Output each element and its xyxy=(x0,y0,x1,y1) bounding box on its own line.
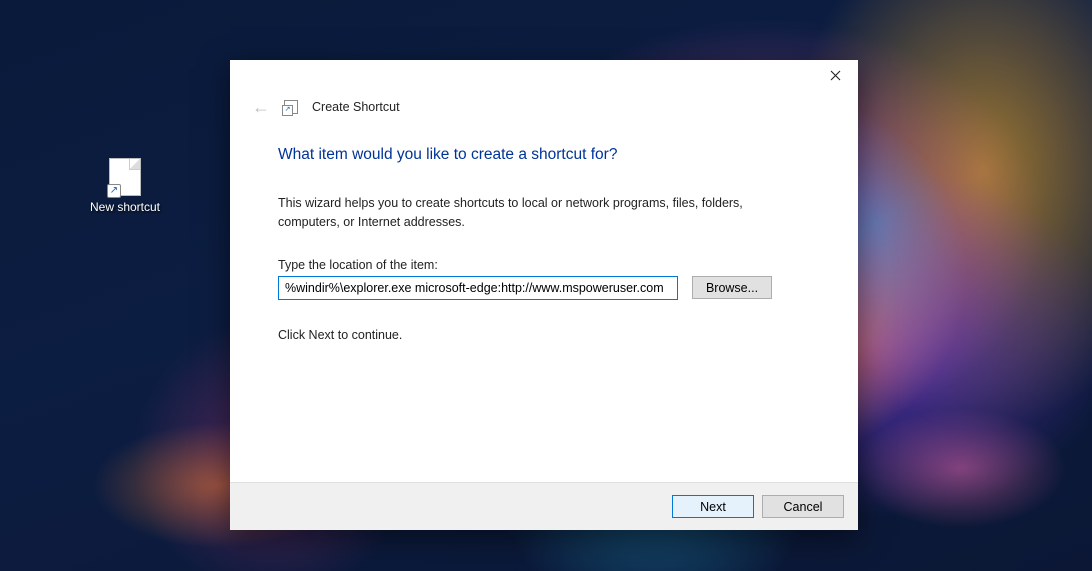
continue-text: Click Next to continue. xyxy=(278,328,810,342)
wizard-header: ← Create Shortcut xyxy=(230,92,858,120)
desktop-icon-label: New shortcut xyxy=(85,200,165,214)
dialog-description: This wizard helps you to create shortcut… xyxy=(278,194,798,232)
close-icon xyxy=(830,70,841,81)
dialog-heading: What item would you like to create a sho… xyxy=(278,146,810,164)
shortcut-mini-icon xyxy=(284,100,298,114)
back-arrow-icon: ← xyxy=(252,97,270,118)
shortcut-arrow-overlay-icon: ↗ xyxy=(107,184,121,198)
location-row: Browse... xyxy=(278,276,810,300)
wizard-title: Create Shortcut xyxy=(312,100,400,114)
browse-button[interactable]: Browse... xyxy=(692,276,772,299)
next-button[interactable]: Next xyxy=(672,495,754,518)
create-shortcut-dialog: ← Create Shortcut What item would you li… xyxy=(230,60,858,530)
location-input[interactable] xyxy=(278,276,678,300)
dialog-content: What item would you like to create a sho… xyxy=(230,120,858,482)
shortcut-page-icon: ↗ xyxy=(109,158,141,196)
desktop-shortcut-icon[interactable]: ↗ New shortcut xyxy=(85,158,165,214)
cancel-button[interactable]: Cancel xyxy=(762,495,844,518)
location-label: Type the location of the item: xyxy=(278,258,810,272)
close-button[interactable] xyxy=(812,60,858,90)
dialog-footer: Next Cancel xyxy=(230,482,858,530)
titlebar xyxy=(230,60,858,92)
